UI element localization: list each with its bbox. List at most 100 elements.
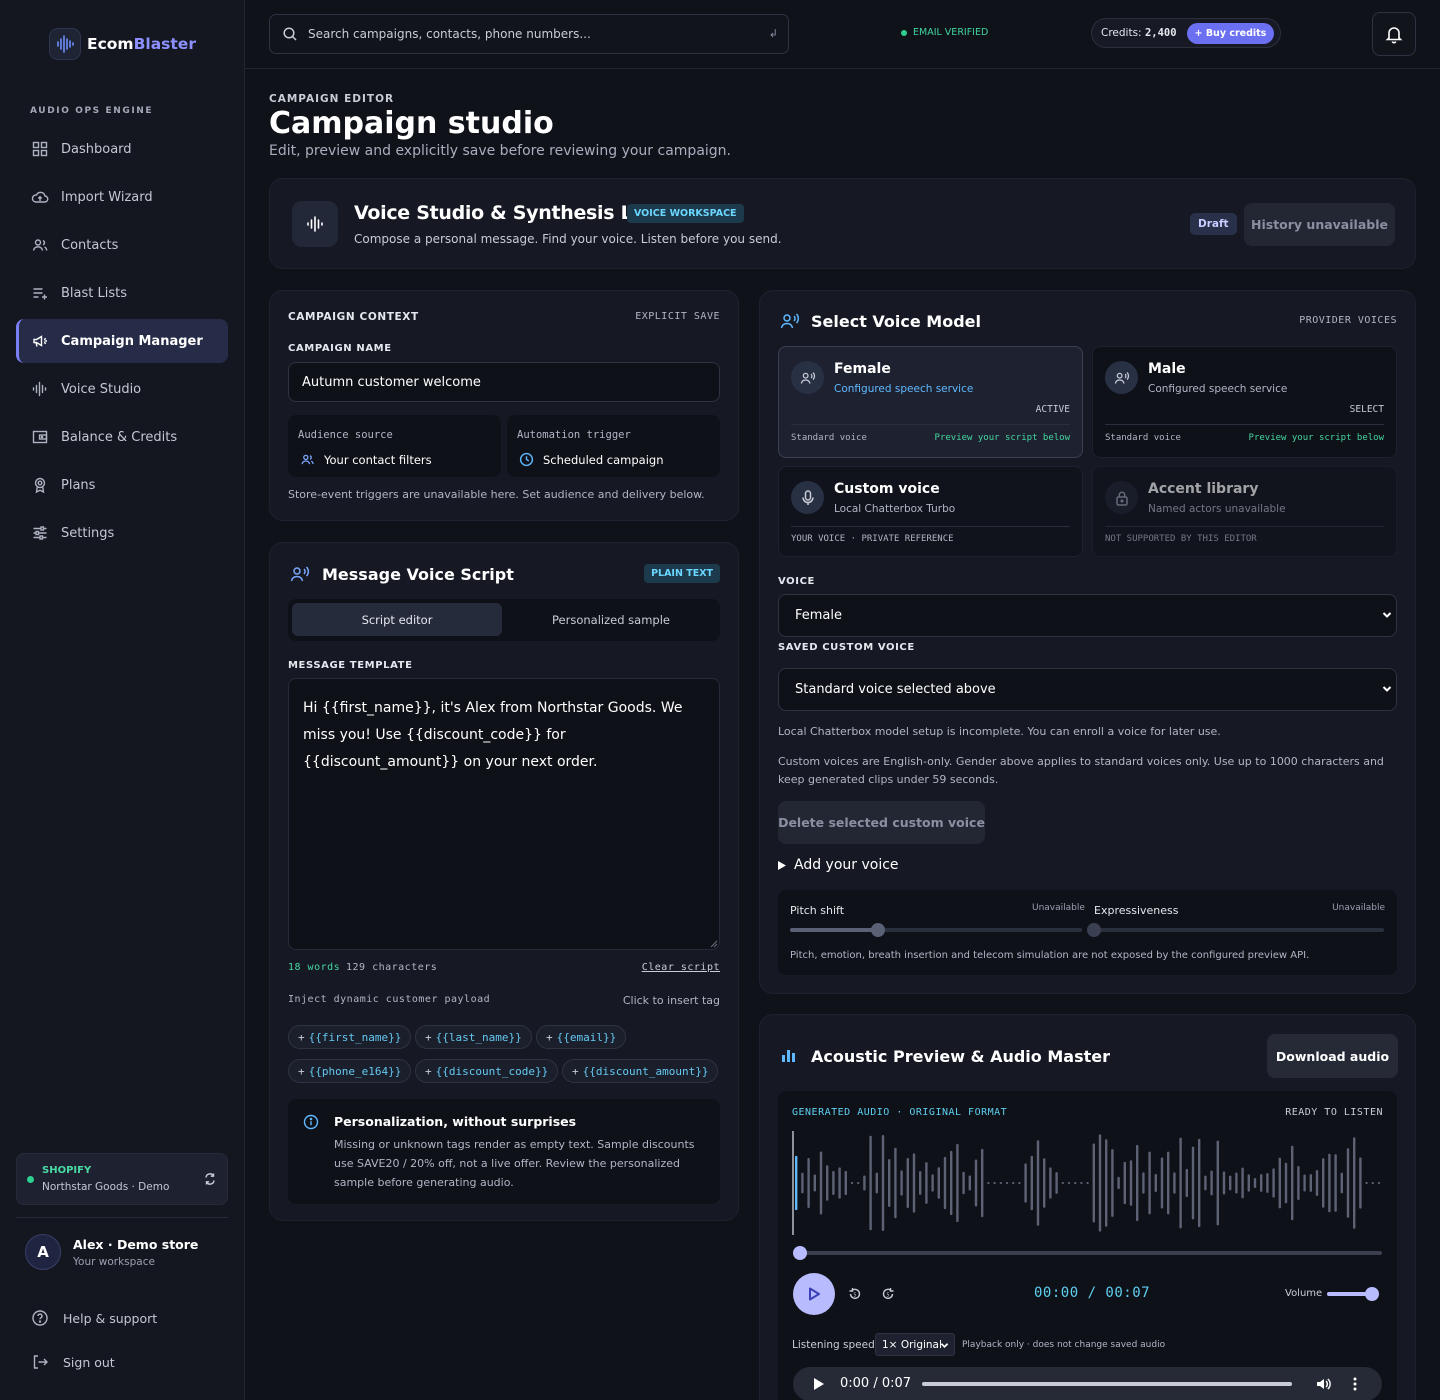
voice-select[interactable]: Female	[778, 594, 1397, 637]
waveform-bar	[807, 1158, 810, 1208]
sidebar-item-contacts[interactable]: Contacts	[16, 223, 228, 267]
voice-select-label: VOICE	[778, 576, 815, 587]
voice-card-custom[interactable]: Custom voice Local Chatterbox Turbo YOUR…	[778, 466, 1083, 557]
download-audio-button[interactable]: Download audio	[1267, 1034, 1398, 1078]
saved-voice-select[interactable]: Standard voice selected above	[778, 668, 1397, 711]
play-icon[interactable]	[813, 1378, 824, 1390]
history-button[interactable]: History unavailable	[1244, 203, 1395, 246]
waveform-bar	[1371, 1182, 1374, 1184]
tag-chip-last-name[interactable]: + {{last_name}}	[415, 1025, 532, 1049]
bar-chart-icon	[782, 1050, 795, 1062]
campaign-name-input[interactable]: Autumn customer welcome	[288, 362, 720, 402]
brand-logo[interactable]: EcomBlaster	[49, 28, 196, 60]
waveform-display[interactable]	[792, 1131, 1384, 1235]
sidebar-nav: Dashboard Import Wizard Contacts Blast L…	[16, 127, 228, 559]
resize-handle-icon[interactable]	[710, 940, 718, 948]
notifications-button[interactable]	[1372, 12, 1416, 56]
waveform-bar	[826, 1165, 829, 1201]
waveform-bar	[1185, 1168, 1188, 1198]
voice-name: Male	[1148, 361, 1186, 377]
sidebar-item-balance-credits[interactable]: Balance & Credits	[16, 415, 228, 459]
waveform-bar	[1142, 1172, 1145, 1194]
sidebar-item-voice-studio[interactable]: Voice Studio	[16, 367, 228, 411]
pitch-slider-track	[790, 928, 1082, 932]
voice-select-value: Female	[795, 608, 843, 623]
delete-custom-voice-button[interactable]: Delete selected custom voice	[778, 801, 985, 844]
native-audio-player[interactable]: 0:00 / 0:07	[793, 1367, 1382, 1400]
waveform-bar	[863, 1175, 866, 1191]
waveform-bar	[1365, 1182, 1368, 1184]
tag-chip-first-name[interactable]: + {{first_name}}	[288, 1025, 412, 1049]
add-voice-toggle[interactable]: Add your voice	[778, 857, 899, 873]
waveform-bar	[1353, 1137, 1356, 1229]
audience-source-card[interactable]: Audience source Your contact filters	[288, 415, 501, 477]
tag-chip-discount-code[interactable]: + {{discount_code}}	[415, 1059, 559, 1083]
rewind-5-icon[interactable]: 5	[847, 1286, 863, 1302]
forward-5-icon[interactable]: 5	[880, 1286, 896, 1302]
voice-preview-hint: Preview your script below	[1248, 433, 1384, 443]
voice-preview-hint: Preview your script below	[934, 433, 1070, 443]
waveform-bar	[1266, 1173, 1269, 1193]
search-input[interactable]: Search campaigns, contacts, phone number…	[269, 14, 789, 54]
tag-chip-discount-amount[interactable]: + {{discount_amount}}	[562, 1059, 719, 1083]
help-link[interactable]: Help & support	[31, 1309, 157, 1327]
automation-trigger-card[interactable]: Automation trigger Scheduled campaign	[507, 415, 720, 477]
more-vertical-icon[interactable]	[1353, 1376, 1357, 1392]
voice-card-female[interactable]: Female Configured speech service ACTIVE …	[778, 346, 1083, 458]
speed-select[interactable]: 1× Original	[875, 1333, 955, 1356]
tab-personalized-sample[interactable]: Personalized sample	[506, 603, 716, 636]
waveform-bar	[1105, 1139, 1108, 1227]
sidebar-item-campaign-manager[interactable]: Campaign Manager	[16, 319, 228, 363]
sidebar-item-blast-lists[interactable]: Blast Lists	[16, 271, 228, 315]
waveform-bar	[906, 1157, 909, 1209]
pitch-label: Pitch shift	[790, 904, 845, 917]
script-textarea[interactable]: Hi {{first_name}}, it's Alex from Norths…	[288, 678, 720, 950]
waveform-bar	[1346, 1148, 1350, 1218]
waveform-bar	[1216, 1140, 1219, 1226]
playback-progress-track[interactable]	[800, 1251, 1382, 1255]
play-button[interactable]	[793, 1273, 835, 1315]
voice-person-icon	[1105, 361, 1138, 394]
tag-chip-email[interactable]: + {{email}}	[536, 1025, 627, 1049]
user-profile[interactable]: A Alex · Demo store Your workspace	[25, 1234, 198, 1270]
add-voice-label: Add your voice	[794, 857, 899, 873]
store-connection[interactable]: SHOPIFY Northstar Goods · Demo	[16, 1153, 228, 1205]
signout-link[interactable]: Sign out	[31, 1353, 115, 1371]
volume-icon[interactable]	[1315, 1376, 1331, 1392]
connection-dot	[27, 1176, 34, 1183]
expressiveness-slider-track	[1094, 928, 1384, 932]
script-card: Message Voice Script PLAIN TEXT Script e…	[269, 542, 739, 1221]
volume-slider-thumb[interactable]	[1365, 1287, 1379, 1301]
card-divider	[791, 424, 1070, 425]
word-count: 18 words	[288, 962, 341, 973]
sync-icon[interactable]	[203, 1172, 217, 1186]
sidebar-item-import-wizard[interactable]: Import Wizard	[16, 175, 228, 219]
native-progress-bar[interactable]	[922, 1382, 1292, 1386]
waveform-bar	[850, 1182, 854, 1184]
playback-progress-thumb[interactable]	[793, 1246, 807, 1260]
waveform-bar	[987, 1182, 990, 1184]
clear-script-link[interactable]: Clear script	[642, 962, 720, 973]
waveform-bar	[875, 1172, 878, 1194]
list-add-icon	[33, 288, 47, 300]
buy-credits-button[interactable]: + Buy credits	[1186, 22, 1275, 44]
waveform-bar	[1030, 1155, 1033, 1211]
badge-icon	[34, 477, 46, 494]
waveform-bar	[838, 1167, 841, 1199]
waveform-bar	[1173, 1172, 1176, 1194]
tag-chip-phone[interactable]: + {{phone_e164}}	[288, 1059, 412, 1083]
trigger-value: Scheduled campaign	[543, 452, 664, 467]
signout-label: Sign out	[63, 1354, 115, 1370]
tab-script-editor[interactable]: Script editor	[292, 603, 502, 636]
store-platform: SHOPIFY	[42, 1165, 92, 1176]
voice-card-male[interactable]: Male Configured speech service SELECT St…	[1092, 346, 1397, 458]
waveform-bar	[925, 1162, 928, 1204]
waveform-bar	[1328, 1153, 1331, 1213]
sidebar-item-dashboard[interactable]: Dashboard	[16, 127, 228, 171]
sidebar-item-settings[interactable]: Settings	[16, 511, 228, 555]
triangle-right-icon	[778, 860, 786, 870]
svg-text:5: 5	[853, 1293, 856, 1299]
insert-hint: Click to insert tag	[622, 994, 720, 1007]
waveform-bar	[1297, 1165, 1300, 1201]
sidebar-item-plans[interactable]: Plans	[16, 463, 228, 507]
